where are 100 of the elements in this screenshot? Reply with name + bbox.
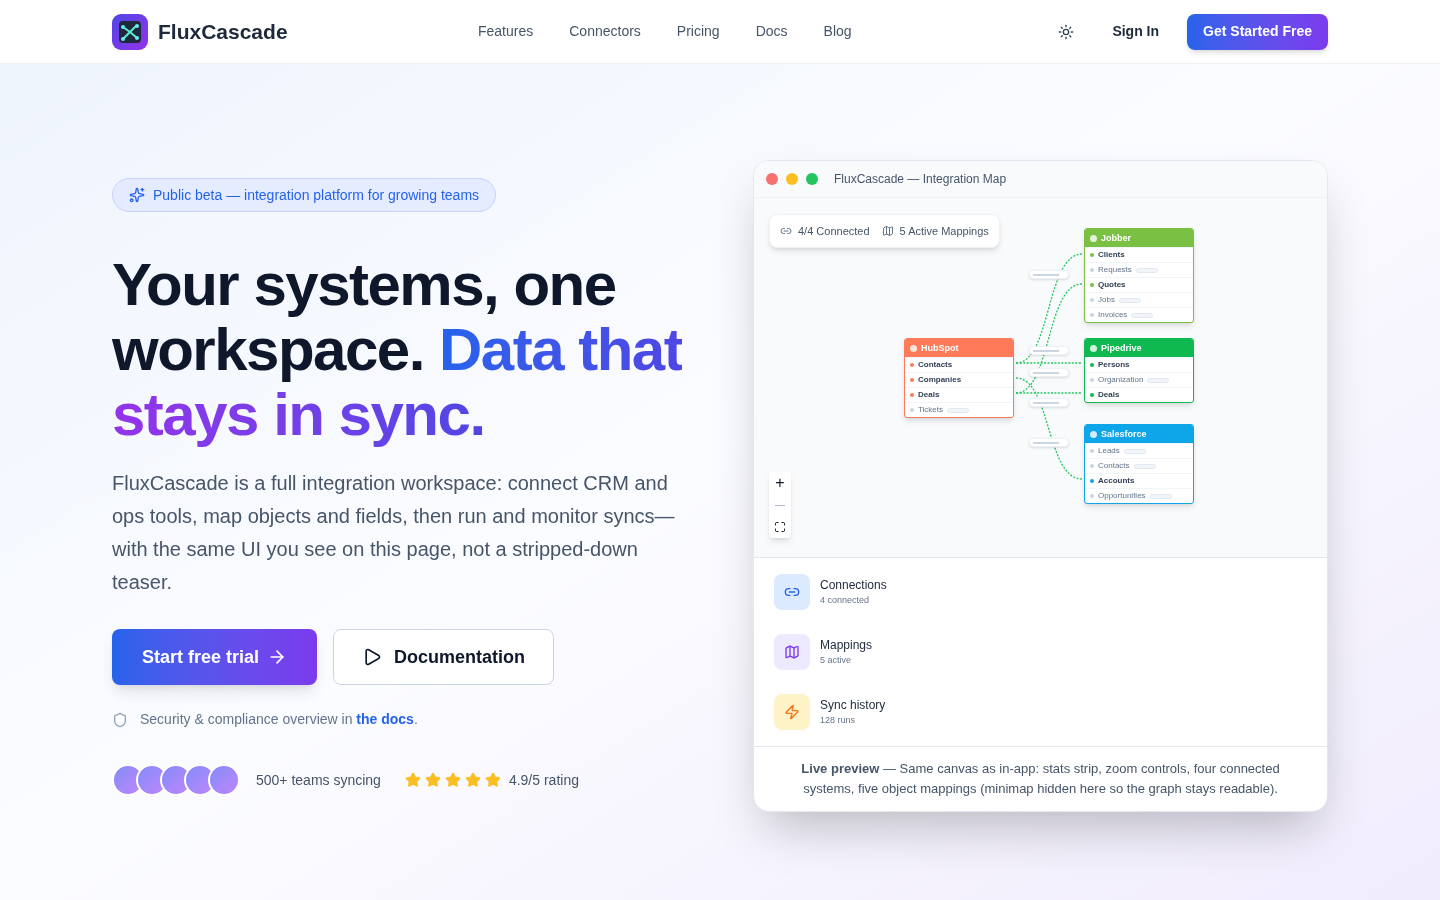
- field-row[interactable]: Clients: [1085, 247, 1193, 262]
- field-row[interactable]: Deals: [905, 387, 1013, 402]
- field-name: Invoices: [1098, 311, 1128, 319]
- unmapped-tag: [1131, 312, 1154, 318]
- nav-link[interactable]: Features: [478, 21, 534, 42]
- preview-caption: Live preview — Same canvas as in-app: stats strip, zoom controls, four connected systems, five object mappings (minimap hidden here so the graph stays readable).: [800, 760, 1281, 798]
- summary-title: Connections: [820, 577, 887, 595]
- star-icon: [484, 772, 501, 788]
- node-logo-icon: [1090, 234, 1097, 242]
- hero-headline: Your systems, one workspace. Data that stays in sync.: [112, 252, 684, 447]
- sparkle-icon: [129, 187, 145, 203]
- node-logo-icon: [910, 344, 917, 352]
- field-name: Jobs: [1098, 296, 1115, 304]
- shield-icon: [112, 711, 128, 728]
- field-row[interactable]: Deals: [1085, 387, 1193, 402]
- field-row[interactable]: Contacts: [905, 357, 1013, 372]
- mapping-chip[interactable]: [1029, 368, 1069, 377]
- field-row[interactable]: Persons: [1085, 357, 1193, 372]
- link-icon: [780, 225, 792, 237]
- badge-text: Public beta — integration platform for growing teams: [153, 185, 480, 205]
- rating-text: 4.9/5 rating: [508, 770, 579, 790]
- star-icon: [424, 772, 441, 788]
- field-row[interactable]: Opportunities: [1085, 488, 1193, 503]
- system-node[interactable]: Salesforce Leads Contacts Accounts Opportunities: [1084, 424, 1194, 504]
- mapping-chip[interactable]: [1029, 346, 1069, 355]
- nav-link[interactable]: Blog: [823, 21, 852, 42]
- unmapped-tag: [1135, 267, 1158, 273]
- field-row[interactable]: Tickets: [905, 402, 1013, 417]
- node-title: HubSpot: [921, 343, 959, 353]
- field-name: Opportunities: [1098, 492, 1146, 500]
- system-node[interactable]: Pipedrive Persons Organization Deals: [1084, 338, 1194, 403]
- unmapped-tag: [1147, 377, 1170, 383]
- field-name: Deals: [1098, 391, 1120, 399]
- node-title: Salesforce: [1101, 429, 1147, 439]
- field-row[interactable]: Leads: [1085, 443, 1193, 458]
- mapping-chip[interactable]: [1029, 438, 1069, 447]
- map-icon: [784, 644, 800, 660]
- field-name: Tickets: [918, 406, 944, 414]
- field-name: Deals: [918, 391, 940, 399]
- mapping-chip[interactable]: [1029, 398, 1069, 407]
- field-row[interactable]: Invoices: [1085, 307, 1193, 322]
- field-name: Contacts: [1098, 462, 1130, 470]
- field-name: Requests: [1098, 266, 1132, 274]
- lightning-icon: [784, 704, 800, 720]
- summary-title: Sync history: [820, 697, 886, 715]
- field-name: Quotes: [1098, 281, 1126, 289]
- brand-name[interactable]: FluxCascade: [158, 15, 288, 48]
- nav-link[interactable]: Connectors: [569, 21, 641, 42]
- nav-link[interactable]: Docs: [755, 21, 788, 42]
- summary-subtitle: 4 connected: [820, 594, 871, 608]
- node-title: Pipedrive: [1101, 343, 1142, 353]
- field-name: Accounts: [1098, 477, 1135, 485]
- node-logo-icon: [1090, 344, 1097, 352]
- stat-text: 4/4 Connected: [798, 223, 870, 239]
- documentation-button[interactable]: Documentation: [333, 629, 554, 685]
- window-title: FluxCascade — Integration Map: [834, 171, 1007, 188]
- zoom-in-button[interactable]: +: [775, 472, 785, 494]
- field-name: Leads: [1098, 447, 1120, 455]
- mapping-chip[interactable]: [1029, 270, 1069, 279]
- sign-in-link[interactable]: Sign In: [1112, 21, 1160, 42]
- unmapped-tag: [1149, 493, 1172, 499]
- docs-link[interactable]: the docs: [356, 711, 414, 727]
- field-row[interactable]: Contacts: [1085, 458, 1193, 473]
- star-icon: [464, 772, 481, 788]
- theme-toggle-icon[interactable]: [1058, 23, 1075, 40]
- logo-icon: [112, 13, 148, 50]
- hero-description: FluxCascade is a full integration workspace: connect CRM and ops tools, map objects and fields, then run and monitor syncs—with the same UI you see on this page, not a stripped-down teaser.: [112, 471, 676, 595]
- star-icon: [444, 772, 461, 788]
- fit-view-icon[interactable]: [774, 521, 786, 533]
- start-trial-button[interactable]: Start free trial: [112, 629, 317, 685]
- play-icon: [362, 647, 382, 667]
- field-row[interactable]: Quotes: [1085, 277, 1193, 292]
- summary-subtitle: 128 runs: [820, 714, 857, 728]
- field-name: Organization: [1098, 376, 1144, 384]
- star-icon: [404, 772, 421, 788]
- teams-count: 500+ teams syncing: [256, 770, 381, 790]
- field-name: Persons: [1098, 361, 1130, 369]
- summary-title: Mappings: [820, 637, 873, 655]
- avatar: [208, 764, 240, 796]
- unmapped-tag: [1118, 297, 1141, 303]
- field-name: Clients: [1098, 251, 1125, 259]
- get-started-button[interactable]: Get Started Free: [1187, 13, 1328, 50]
- field-row[interactable]: Companies: [905, 372, 1013, 387]
- stat-text: 5 Active Mappings: [899, 223, 989, 239]
- system-node[interactable]: HubSpot Contacts Companies Deals Tickets: [904, 338, 1014, 418]
- field-name: Contacts: [918, 361, 953, 369]
- field-row[interactable]: Organization: [1085, 372, 1193, 387]
- summary-subtitle: 5 active: [820, 654, 853, 668]
- unmapped-tag: [1133, 463, 1156, 469]
- system-node[interactable]: Jobber Clients Requests Quotes Jobs Invoices: [1084, 228, 1194, 323]
- nav-link[interactable]: Pricing: [676, 21, 720, 42]
- node-title: Jobber: [1101, 233, 1131, 243]
- map-icon: [881, 225, 894, 237]
- field-row[interactable]: Requests: [1085, 262, 1193, 277]
- unmapped-tag: [947, 407, 970, 413]
- unmapped-tag: [1123, 448, 1146, 454]
- node-logo-icon: [1090, 430, 1097, 438]
- field-row[interactable]: Accounts: [1085, 473, 1193, 488]
- security-note: Security & compliance overview in the docs.: [140, 710, 418, 729]
- field-row[interactable]: Jobs: [1085, 292, 1193, 307]
